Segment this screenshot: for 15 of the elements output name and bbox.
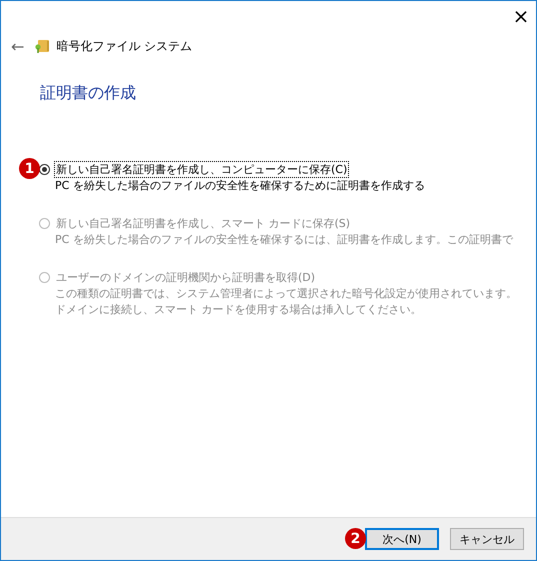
folder-key-icon [34, 38, 50, 54]
option-label[interactable]: 新しい自己署名証明書を作成し、コンピューターに保存(C) [54, 160, 350, 178]
option-description: この種類の証明書では、システム管理者によって選択された暗号化設定が使用されています。 [55, 286, 518, 302]
option-description: PC を紛失した場合のファイルの安全性を確保するために証明書を作成する [55, 178, 426, 194]
option-description: ドメインに接続し、スマート カードを使用する場合は挿入してください。 [55, 302, 422, 318]
close-button[interactable]: × [506, 1, 536, 31]
page-heading: 証明書の作成 [40, 83, 137, 104]
window-title: 暗号化ファイル システム [56, 38, 192, 54]
next-button[interactable]: 次へ(N) [365, 528, 439, 550]
step-badge: 2 [345, 528, 366, 549]
radio-button[interactable] [39, 164, 50, 174]
back-button[interactable]: ← [7, 36, 28, 56]
step-badge: 1 [19, 158, 40, 179]
option-description: PC を紛失した場合のファイルの安全性を確保するには、証明書を作成します。この証明書で [55, 232, 514, 248]
cancel-button[interactable]: キャンセル [450, 528, 524, 550]
